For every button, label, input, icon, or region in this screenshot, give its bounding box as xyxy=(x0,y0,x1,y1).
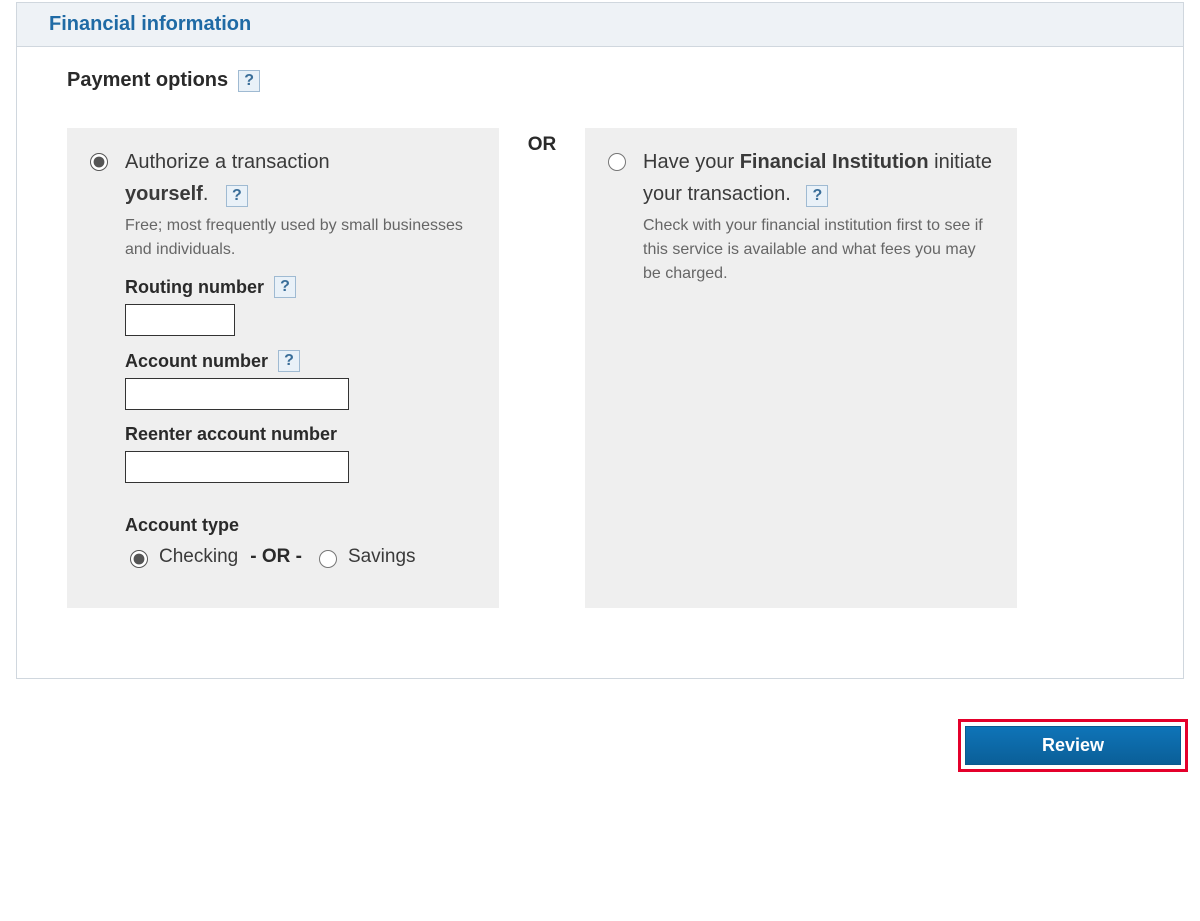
footer-row: Review xyxy=(0,679,1200,780)
option-fi-title: Have your Financial Institution initiate… xyxy=(643,146,997,210)
reenter-account-label-text: Reenter account number xyxy=(125,424,337,445)
review-button[interactable]: Review xyxy=(965,726,1181,765)
option-authorize-desc: Free; most frequently used by small busi… xyxy=(125,214,479,262)
review-highlight: Review xyxy=(958,719,1188,772)
or-divider: OR xyxy=(499,128,585,608)
payment-options-label: Payment options xyxy=(67,69,228,92)
help-icon[interactable]: ? xyxy=(806,185,828,207)
account-type-label-text: Account type xyxy=(125,515,239,536)
routing-number-input[interactable] xyxy=(125,304,235,336)
help-icon[interactable]: ? xyxy=(226,185,248,207)
help-icon[interactable]: ? xyxy=(278,350,300,372)
option-authorize-title-line1: Authorize a transaction xyxy=(125,151,330,173)
routing-number-label: Routing number ? xyxy=(125,276,479,298)
option-authorize-yourself: Authorize a transaction yourself. ? Free… xyxy=(67,128,499,608)
reenter-account-label: Reenter account number xyxy=(125,424,479,445)
radio-authorize-yourself[interactable] xyxy=(90,153,108,171)
account-number-label-text: Account number xyxy=(125,351,268,372)
option-authorize-title-bold: yourself xyxy=(125,183,203,205)
option-financial-institution: Have your Financial Institution initiate… xyxy=(585,128,1017,608)
routing-number-label-text: Routing number xyxy=(125,277,264,298)
help-icon[interactable]: ? xyxy=(274,276,296,298)
savings-label: Savings xyxy=(348,546,416,568)
or-inline: - OR - xyxy=(250,546,302,568)
checking-label: Checking xyxy=(159,546,238,568)
option-fi-title-a: Have your xyxy=(643,151,740,173)
payment-options-row: Authorize a transaction yourself. ? Free… xyxy=(67,128,1133,608)
financial-info-panel: Financial information Payment options ? … xyxy=(16,2,1184,679)
panel-body: Payment options ? Authorize a transactio… xyxy=(17,47,1183,678)
account-type-row: Checking - OR - Savings xyxy=(125,546,479,568)
account-number-label: Account number ? xyxy=(125,350,479,372)
option-fi-desc: Check with your financial institution fi… xyxy=(643,214,997,286)
account-type-label: Account type xyxy=(125,515,479,536)
radio-checking[interactable] xyxy=(130,550,148,568)
panel-title: Financial information xyxy=(49,13,251,35)
help-icon[interactable]: ? xyxy=(238,70,260,92)
account-number-input[interactable] xyxy=(125,378,349,410)
panel-header: Financial information xyxy=(17,3,1183,47)
radio-savings[interactable] xyxy=(319,550,337,568)
radio-financial-institution[interactable] xyxy=(608,153,626,171)
reenter-account-input[interactable] xyxy=(125,451,349,483)
option-fi-title-bold: Financial Institution xyxy=(740,151,929,173)
option-authorize-title: Authorize a transaction yourself. ? xyxy=(125,146,479,210)
payment-options-heading: Payment options ? xyxy=(67,69,1133,92)
